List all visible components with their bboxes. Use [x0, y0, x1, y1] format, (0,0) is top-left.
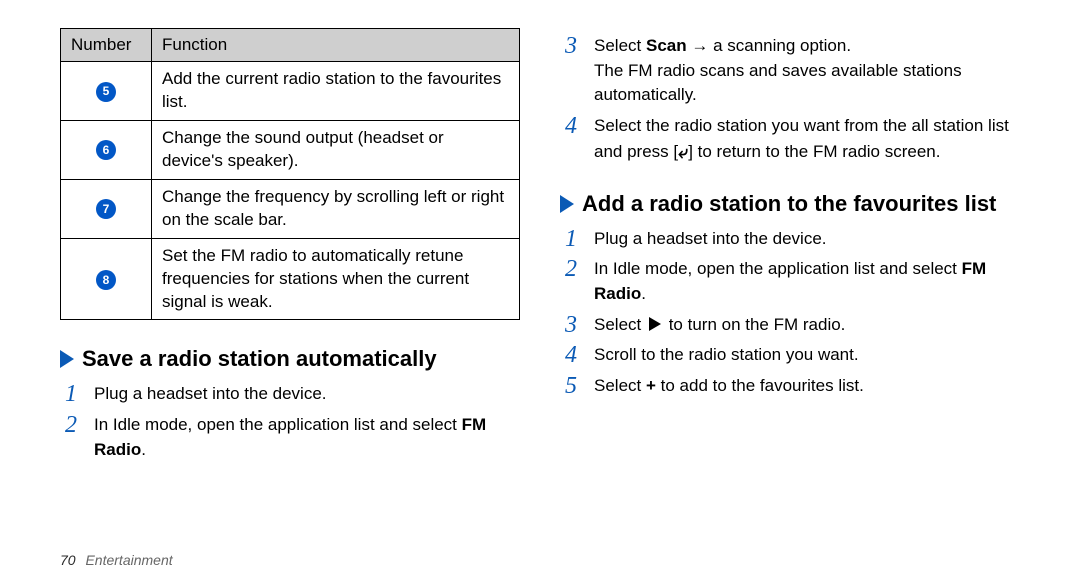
- step: 1 Plug a headset into the device.: [560, 227, 1020, 252]
- step: 2In Idle mode, open the application list…: [60, 413, 520, 462]
- page-number: 70: [60, 552, 76, 568]
- step-number: 4: [560, 114, 582, 165]
- step-number: 2: [560, 257, 582, 306]
- save-steps-cont: 3Select Scan → a scanning option.The FM …: [560, 34, 1020, 165]
- step-text: Select Scan → a scanning option.The FM r…: [594, 34, 1020, 108]
- save-heading-text: Save a radio station automatically: [82, 346, 437, 371]
- save-steps: 1 Plug a headset into the device. 2In Idl…: [60, 382, 520, 462]
- circled-5-icon: 5: [96, 82, 116, 102]
- step-number: 3: [560, 34, 582, 108]
- fav-steps: 1 Plug a headset into the device. 2In Idl…: [560, 227, 1020, 399]
- step-number: 4: [560, 343, 582, 368]
- footer-title: Entertainment: [85, 552, 172, 568]
- table-row: 6 Change the sound output (headset or de…: [61, 120, 520, 179]
- table-row: 8 Set the FM radio to automatically retu…: [61, 238, 520, 320]
- step-text: Select the radio station you want from t…: [594, 114, 1020, 165]
- step: 2In Idle mode, open the application list…: [560, 257, 1020, 306]
- step-text: Select + to add to the favourites list.: [594, 374, 1020, 399]
- step: 5 Select + to add to the favourites list.: [560, 374, 1020, 399]
- step-number: 1: [60, 382, 82, 407]
- save-heading: Save a radio station automatically: [60, 346, 520, 372]
- step-number: 2: [60, 413, 82, 462]
- table-row: 7 Change the frequency by scrolling left…: [61, 179, 520, 238]
- page: Number Function 5 Add the current radio …: [0, 0, 1080, 586]
- return-icon: ⤶: [678, 139, 688, 165]
- chevron-right-icon: [60, 350, 74, 368]
- step-text: Select to turn on the FM radio.: [594, 313, 1020, 338]
- circled-8-icon: 8: [96, 270, 116, 290]
- function-table: Number Function 5 Add the current radio …: [60, 28, 520, 320]
- fav-heading: Add a radio station to the favourites li…: [560, 191, 1020, 217]
- fav-heading-text: Add a radio station to the favourites li…: [582, 191, 996, 216]
- row-function-cell: Add the current radio station to the fav…: [152, 62, 520, 121]
- row-number-cell: 6: [61, 120, 152, 179]
- row-function-cell: Change the frequency by scrolling left o…: [152, 179, 520, 238]
- step-text: In Idle mode, open the application list …: [94, 413, 520, 462]
- header-number: Number: [61, 29, 152, 62]
- row-number-cell: 5: [61, 62, 152, 121]
- row-function-cell: Change the sound output (headset or devi…: [152, 120, 520, 179]
- header-function: Function: [152, 29, 520, 62]
- step-number: 5: [560, 374, 582, 399]
- left-column: Number Function 5 Add the current radio …: [60, 28, 520, 586]
- step-text: Scroll to the radio station you want.: [594, 343, 1020, 368]
- step-number: 1: [560, 227, 582, 252]
- row-number-cell: 8: [61, 238, 152, 320]
- table-row: 5 Add the current radio station to the f…: [61, 62, 520, 121]
- step: 3Select Scan → a scanning option.The FM …: [560, 34, 1020, 108]
- step-text: Plug a headset into the device.: [94, 382, 520, 407]
- row-number-cell: 7: [61, 179, 152, 238]
- step: 4 Scroll to the radio station you want.: [560, 343, 1020, 368]
- chevron-right-icon: [560, 195, 574, 213]
- circled-6-icon: 6: [96, 140, 116, 160]
- step: 1 Plug a headset into the device.: [60, 382, 520, 407]
- play-icon: [649, 317, 661, 331]
- step-text: In Idle mode, open the application list …: [594, 257, 1020, 306]
- step: 4Select the radio station you want from …: [560, 114, 1020, 165]
- row-function-cell: Set the FM radio to automatically retune…: [152, 238, 520, 320]
- right-column: 3Select Scan → a scanning option.The FM …: [560, 28, 1020, 586]
- step-text: Plug a headset into the device.: [594, 227, 1020, 252]
- circled-7-icon: 7: [96, 199, 116, 219]
- step: 3 Select to turn on the FM radio.: [560, 313, 1020, 338]
- footer: 70 Entertainment: [60, 552, 173, 568]
- step-number: 3: [560, 313, 582, 338]
- table-header-row: Number Function: [61, 29, 520, 62]
